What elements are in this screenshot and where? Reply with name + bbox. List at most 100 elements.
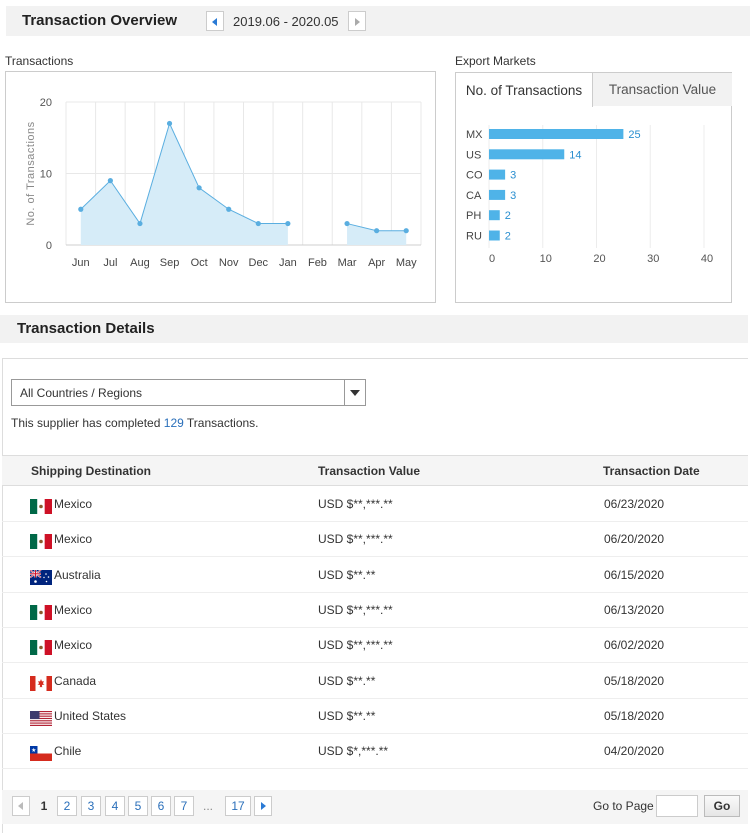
destination-cell: Chile	[54, 744, 82, 759]
date-cell: 05/18/2020	[604, 673, 665, 688]
y-tick-label: CO	[466, 170, 483, 182]
date-cell: 06/23/2020	[604, 497, 665, 511]
bar	[489, 169, 506, 180]
table-row: Mexico USD $**,***.** 06/20/2020	[2, 522, 748, 558]
y-tick-label: 20	[40, 97, 52, 109]
export-markets-tabs: No. of Transactions Transaction Value	[456, 73, 732, 107]
caret-down-icon	[350, 390, 360, 396]
flag-canada-icon	[30, 675, 52, 691]
select-dropdown-button[interactable]	[344, 380, 365, 405]
date-prev-button[interactable]	[206, 11, 224, 31]
bar	[489, 189, 506, 200]
x-tick-label: 0	[489, 253, 495, 265]
goto-page-input[interactable]	[656, 795, 698, 817]
data-label: 2	[505, 210, 511, 222]
page-link[interactable]: 6	[151, 796, 171, 816]
data-label: 14	[569, 149, 581, 161]
arrow-right-icon	[354, 18, 360, 26]
date-cell: 06/02/2020	[604, 638, 665, 653]
tab-transaction-value[interactable]: Transaction Value	[593, 73, 732, 106]
table-row: United States USD $**.** 05/18/2020	[2, 699, 748, 734]
x-tick-label: 30	[647, 253, 659, 265]
value-cell: USD $**,***.**	[318, 497, 393, 511]
y-tick-label: RU	[466, 231, 482, 243]
data-point	[107, 178, 113, 184]
destination-cell: Mexico	[54, 638, 93, 653]
bar	[489, 149, 565, 160]
table-header: Shipping Destination Transaction Value T…	[2, 455, 748, 486]
select-value: All Countries / Regions	[20, 386, 143, 400]
x-tick-label: Dec	[249, 257, 269, 269]
date-cell: 05/18/2020	[604, 708, 665, 723]
bar	[489, 230, 500, 241]
x-tick-label: Nov	[219, 257, 239, 269]
arrow-right-icon	[261, 802, 266, 810]
page-link[interactable]: 5	[128, 796, 148, 816]
flag-mexico-icon	[30, 604, 52, 620]
export-markets-bar-chart: 0 10 20 30 40 MX 25 US 14 CO 3 CA 3 PH 2 RU 2	[466, 125, 713, 265]
table-row: Australia USD $**.** 06/15/2020	[2, 558, 748, 593]
y-tick-label: MX	[466, 129, 483, 141]
flag-united-states-icon	[30, 710, 52, 726]
x-tick-label: Oct	[191, 257, 208, 269]
page-ellipsis: ...	[203, 799, 214, 813]
flag-australia-icon	[30, 569, 52, 585]
date-cell: 04/20/2020	[604, 744, 665, 759]
data-point	[166, 120, 173, 127]
x-tick-label: 40	[701, 253, 713, 265]
page-link[interactable]: 4	[105, 796, 125, 816]
page-link[interactable]: 7	[174, 796, 194, 816]
data-point	[285, 220, 291, 227]
column-header-value: Transaction Value	[318, 464, 421, 478]
column-header-destination: Shipping Destination	[31, 464, 151, 478]
x-tick-label: Sep	[160, 257, 180, 269]
destination-cell: Mexico	[54, 602, 93, 617]
page-prev-button[interactable]	[12, 796, 30, 816]
country-region-select[interactable]: All Countries / Regions	[11, 379, 366, 406]
data-point	[403, 228, 409, 234]
value-cell: USD $**,***.**	[318, 638, 393, 653]
page-link[interactable]: 2	[57, 796, 77, 816]
y-tick-label: 10	[40, 169, 52, 181]
date-next-button[interactable]	[347, 11, 366, 31]
pagination: 1 2 3 4 5 6 7 ... 17 Go to Page Go	[2, 790, 748, 824]
value-cell: USD $**,***.**	[318, 532, 393, 547]
destination-cell: Mexico	[54, 532, 93, 547]
transactions-label: Transactions	[5, 54, 74, 68]
date-cell: 06/15/2020	[604, 567, 665, 582]
page-current: 1	[40, 799, 48, 813]
date-range-label: 2019.06 - 2020.05	[233, 13, 339, 29]
x-tick-label: Jun	[72, 257, 90, 269]
data-label: 3	[510, 190, 516, 202]
value-cell: USD $*,***.**	[318, 744, 389, 759]
y-tick-label: PH	[466, 210, 481, 222]
destination-cell: Canada	[54, 673, 97, 688]
x-tick-label: 10	[540, 253, 552, 265]
overview-title: Transaction Overview	[22, 12, 178, 29]
series-area	[347, 223, 407, 245]
details-header: Transaction Details	[0, 315, 748, 343]
page-next-button[interactable]	[254, 796, 272, 816]
data-point	[374, 228, 380, 234]
bar	[489, 210, 500, 221]
data-label: 2	[505, 231, 511, 243]
x-tick-label: Jan	[279, 257, 297, 269]
x-tick-label: May	[396, 257, 417, 269]
tab-no-of-transactions[interactable]: No. of Transactions	[456, 73, 593, 107]
export-markets-panel: No. of Transactions Transaction Value 0 1…	[455, 72, 732, 303]
page-link[interactable]: 3	[81, 796, 101, 816]
destination-cell: Mexico	[54, 497, 93, 511]
page-last[interactable]: 17	[225, 796, 251, 816]
goto-label: Go to Page	[593, 799, 654, 813]
table-row: Mexico USD $**,***.** 06/13/2020	[2, 593, 748, 628]
bar	[489, 129, 624, 139]
flag-mexico-icon	[30, 640, 52, 656]
arrow-left-icon	[18, 802, 23, 810]
data-point	[137, 220, 143, 227]
table-row: Canada USD $**.** 05/18/2020	[2, 664, 748, 699]
data-point	[78, 206, 84, 212]
date-cell: 06/20/2020	[604, 532, 665, 547]
completed-count-link[interactable]: 129	[164, 416, 184, 430]
go-button[interactable]: Go	[704, 795, 740, 817]
data-label: 25	[628, 129, 640, 141]
